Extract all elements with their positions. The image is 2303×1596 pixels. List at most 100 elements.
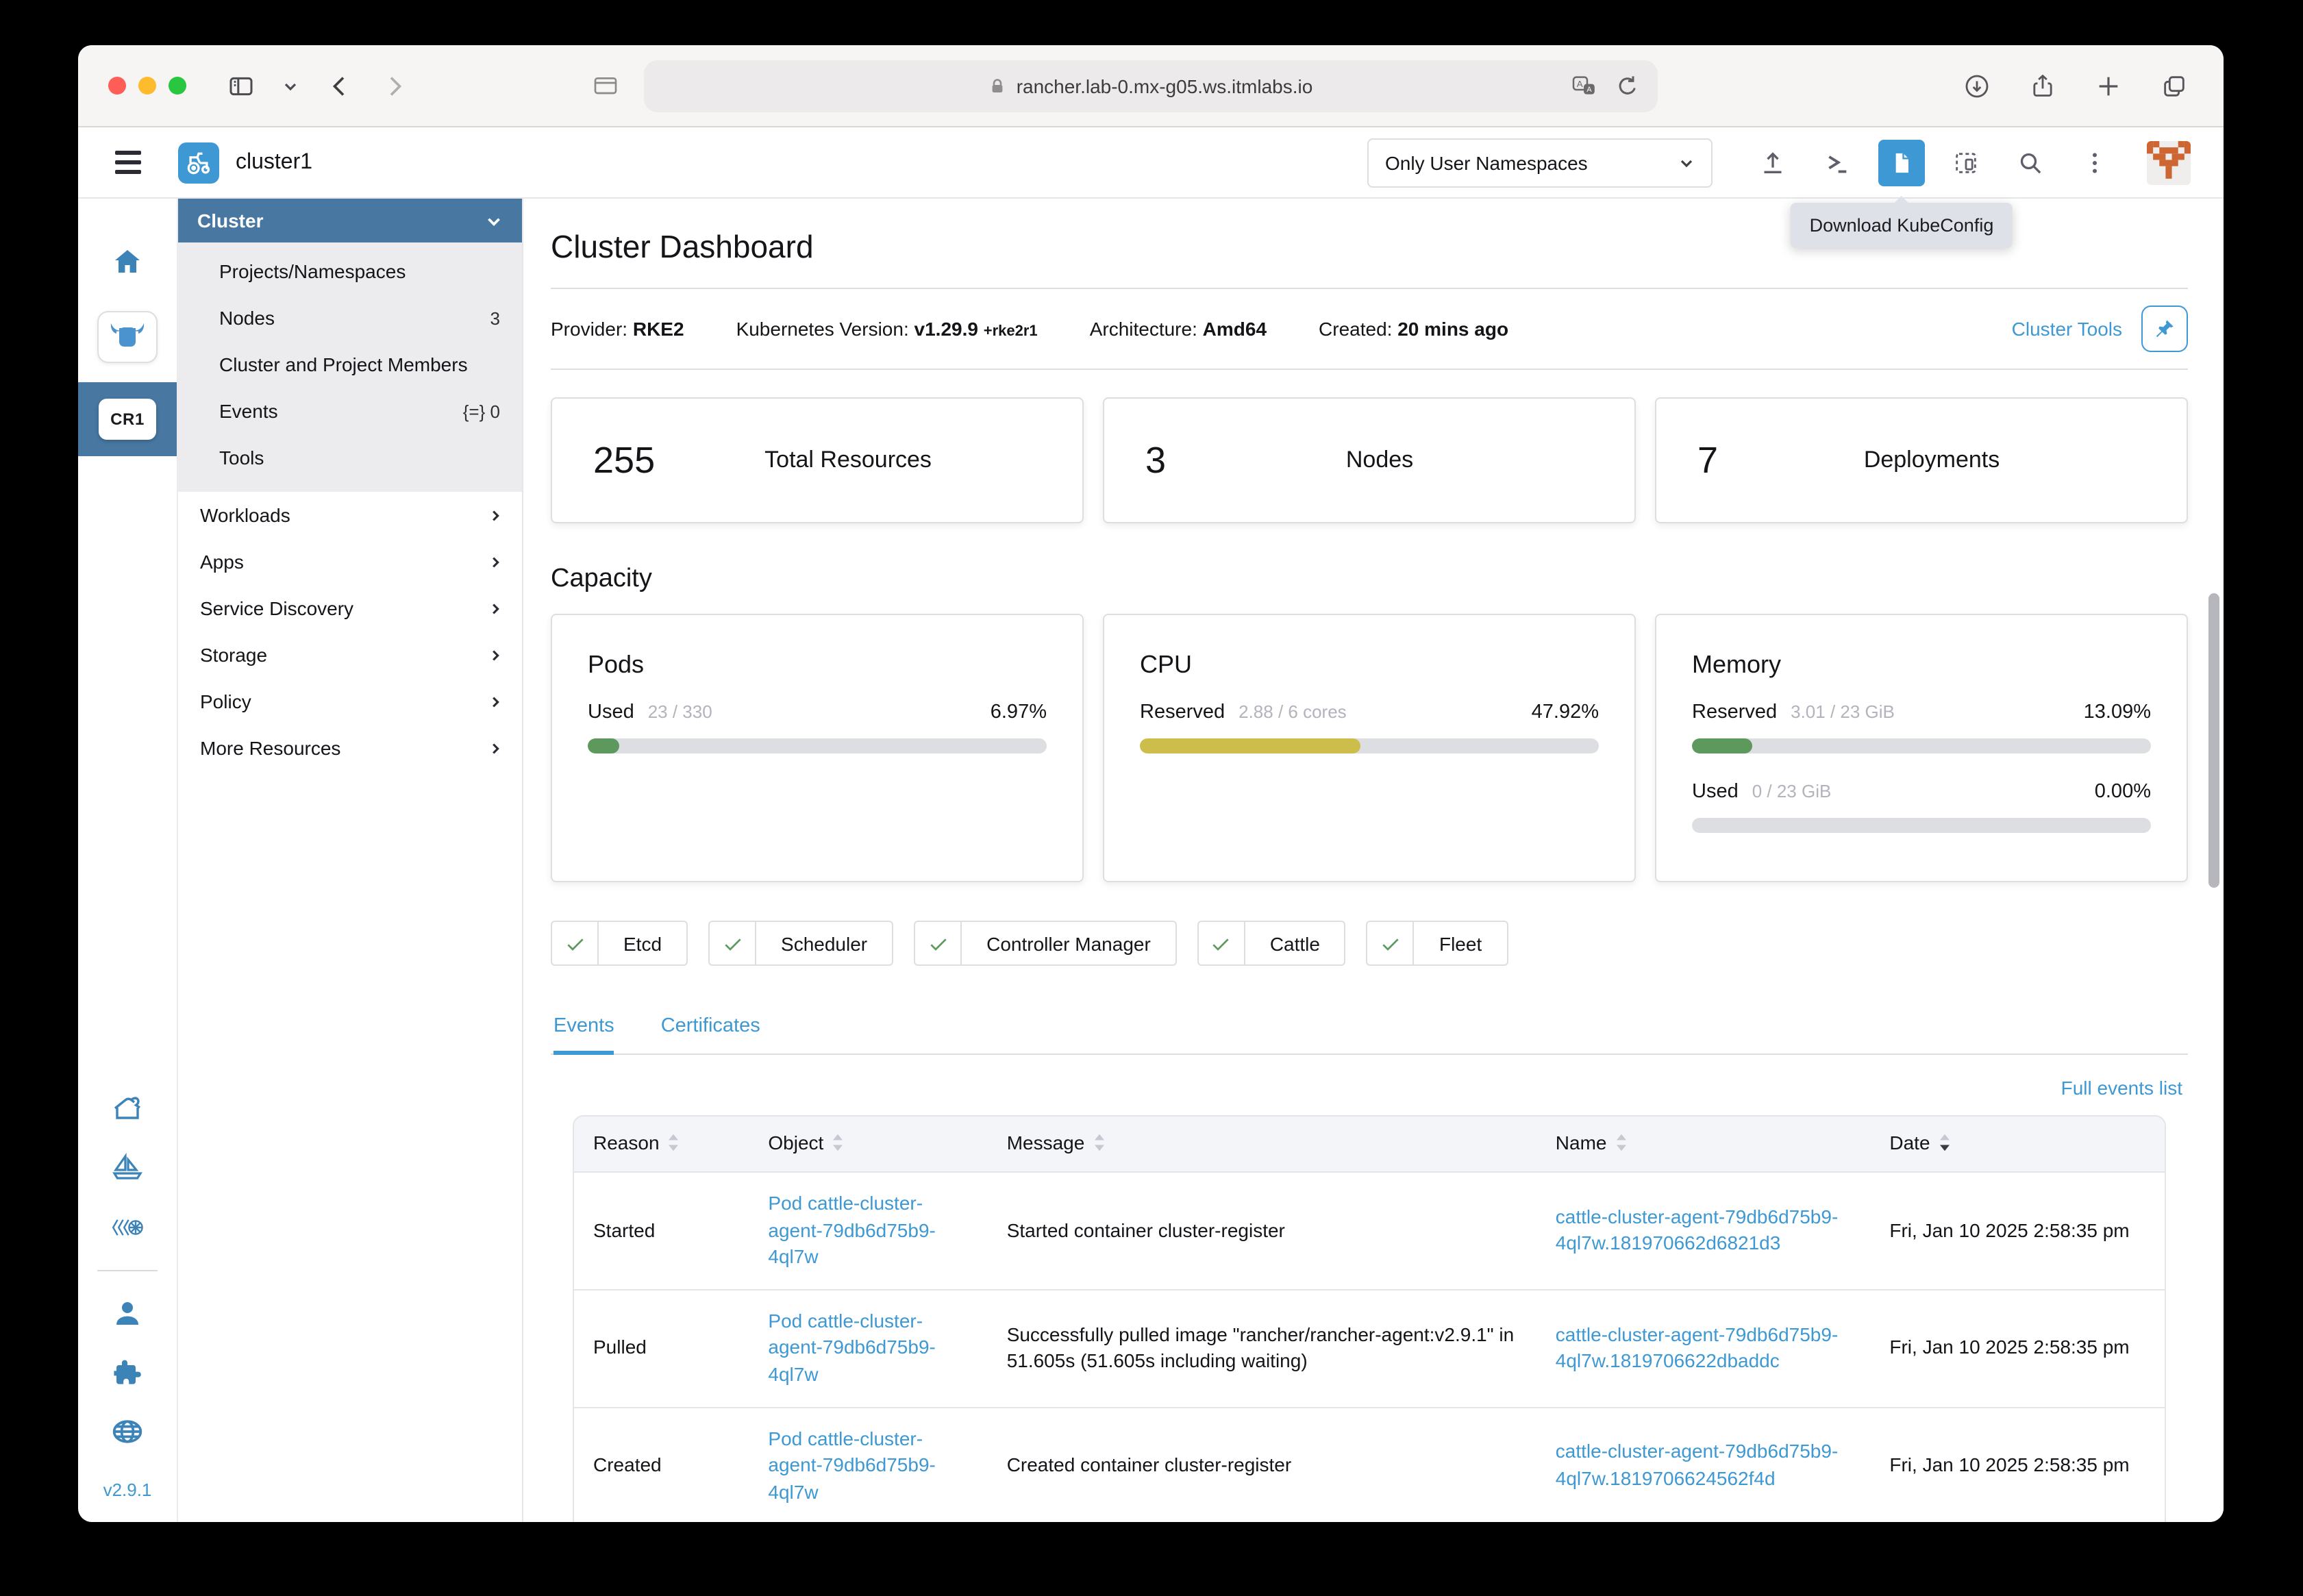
kebab-menu-icon[interactable]	[2071, 139, 2118, 186]
new-tab-icon[interactable]	[2095, 72, 2122, 99]
cluster-name: cluster1	[236, 150, 313, 173]
home-icon[interactable]	[111, 245, 144, 278]
zoom-window-button[interactable]	[169, 77, 186, 95]
app-version[interactable]: v2.9.1	[103, 1480, 152, 1500]
tab-overview-icon[interactable]	[2161, 72, 2188, 99]
copy-kubeconfig-button[interactable]	[1943, 139, 1989, 186]
event-name-link[interactable]: cattle-cluster-agent-79db6d75b9-4ql7w.18…	[1556, 1323, 1839, 1371]
sidebar-item-projects-namespaces[interactable]: Projects/Namespaces	[178, 248, 522, 295]
sidebar-group-workloads[interactable]: Workloads	[178, 492, 522, 538]
global-settings-icon[interactable]	[111, 1415, 144, 1448]
sidebar-section-cluster[interactable]: Cluster	[178, 199, 522, 242]
kubectl-shell-button[interactable]	[1814, 139, 1860, 186]
cell-message: Created container cluster-register	[987, 1406, 1536, 1522]
object-link[interactable]: Pod cattle-cluster-agent-79db6d75b9-4ql7…	[768, 1310, 935, 1385]
close-window-button[interactable]	[108, 77, 126, 95]
sidebar-group-more-resources[interactable]: More Resources	[178, 725, 522, 771]
event-name-link[interactable]: cattle-cluster-agent-79db6d75b9-4ql7w.18…	[1556, 1206, 1839, 1254]
meta-architecture: Architecture: Amd64	[1089, 318, 1267, 340]
page-settings-icon[interactable]	[592, 72, 619, 99]
download-kubeconfig-button[interactable]: Download KubeConfig	[1790, 139, 2013, 247]
tab-certificates[interactable]: Certificates	[661, 1015, 760, 1053]
cluster-submenu: Projects/Namespaces Nodes 3 Cluster and …	[178, 242, 522, 492]
column-header-name[interactable]: Name	[1536, 1117, 1871, 1172]
events-table: Reason Object Message Name Date Started	[574, 1117, 2165, 1522]
share-icon[interactable]	[2029, 72, 2056, 99]
table-row: Pulled Pod cattle-cluster-agent-79db6d75…	[574, 1288, 2165, 1408]
reload-icon[interactable]	[1614, 72, 1641, 99]
cell-date: Fri, Jan 10 2025 2:58:35 pm	[1870, 1406, 2165, 1522]
sidebar-toggle-icon[interactable]	[227, 72, 255, 99]
sidebar-item-label: Tools	[219, 447, 264, 469]
main-menu-icon[interactable]	[115, 151, 141, 174]
sidebar-item-cluster-members[interactable]: Cluster and Project Members	[178, 341, 522, 388]
stat-nodes[interactable]: 3 Nodes	[1103, 397, 1636, 523]
virtualization-management-icon[interactable]	[111, 1093, 144, 1126]
chevron-right-icon	[493, 556, 499, 567]
sidebar-item-tools[interactable]: Tools	[178, 434, 522, 481]
object-link[interactable]: Pod cattle-cluster-agent-79db6d75b9-4ql7…	[768, 1192, 935, 1267]
app-header: cluster1 Only User Namespaces Download K…	[78, 127, 2224, 247]
forward-icon[interactable]	[381, 72, 408, 99]
search-button[interactable]	[2007, 139, 2054, 186]
lock-icon	[992, 78, 1003, 92]
users-auth-icon[interactable]	[111, 1297, 144, 1330]
translate-icon[interactable]: AA	[1570, 72, 1597, 99]
chevron-right-icon	[493, 649, 499, 660]
sidebar-nav: Cluster Projects/Namespaces Nodes 3 Clus…	[178, 199, 523, 1522]
sidebar-item-label: Events	[219, 400, 278, 422]
gauge-row-detail: 3.01 / 23 GiB	[1791, 701, 1895, 722]
sidebar-item-events[interactable]: Events {=} 0	[178, 388, 522, 434]
gauge-row-label: Used	[1692, 781, 1739, 803]
cluster-management-icon[interactable]	[111, 1211, 144, 1244]
pin-button[interactable]	[2141, 306, 2188, 352]
tab-events[interactable]: Events	[553, 1015, 615, 1055]
sidebar-item-nodes[interactable]: Nodes 3	[178, 295, 522, 341]
sort-desc-icon	[1939, 1134, 1950, 1151]
stat-total-resources[interactable]: 255 Total Resources	[551, 397, 1084, 523]
events-tabs: Events Certificates	[551, 1015, 2188, 1055]
back-icon[interactable]	[326, 72, 353, 99]
cluster-manager-icon[interactable]	[97, 311, 158, 363]
sidebar-group-label: Workloads	[200, 504, 290, 526]
stat-label: Nodes	[1345, 447, 1414, 473]
cluster-logo-icon[interactable]	[178, 142, 219, 183]
check-icon	[567, 938, 583, 950]
namespace-filter-select[interactable]: Only User Namespaces	[1367, 138, 1713, 187]
browser-window: rancher.lab-0.mx-g05.ws.itmlabs.io AA cl…	[78, 45, 2224, 1522]
sidebar-section-label: Cluster	[197, 210, 264, 232]
column-header-reason[interactable]: Reason	[574, 1117, 749, 1172]
tab-group-chevron-icon[interactable]	[282, 77, 299, 94]
full-events-list-link[interactable]: Full events list	[2061, 1077, 2182, 1099]
minimize-window-button[interactable]	[138, 77, 156, 95]
meta-kubernetes-version: Kubernetes Version: v1.29.9 +rke2r1	[736, 318, 1038, 340]
cluster-tools-link[interactable]: Cluster Tools	[2012, 318, 2122, 340]
sidebar-group-policy[interactable]: Policy	[178, 678, 522, 725]
stat-deployments[interactable]: 7 Deployments	[1655, 397, 2188, 523]
column-header-message[interactable]: Message	[987, 1117, 1536, 1172]
chevron-right-icon	[493, 743, 499, 753]
import-yaml-button[interactable]	[1750, 139, 1796, 186]
check-icon	[1382, 938, 1399, 950]
status-label: Etcd	[623, 932, 662, 954]
scrollbar-thumb[interactable]	[2208, 593, 2219, 888]
event-name-link[interactable]: cattle-cluster-agent-79db6d75b9-4ql7w.18…	[1556, 1441, 1839, 1489]
sidebar-group-apps[interactable]: Apps	[178, 538, 522, 585]
sidebar-item-count: 3	[490, 308, 500, 328]
cluster-badge[interactable]: CR1	[99, 399, 156, 440]
address-bar[interactable]: rancher.lab-0.mx-g05.ws.itmlabs.io AA	[644, 60, 1658, 112]
column-header-date[interactable]: Date	[1870, 1117, 2165, 1172]
chevron-right-icon	[493, 510, 499, 521]
gauge-row-label: Used	[588, 701, 634, 723]
object-link[interactable]: Pod cattle-cluster-agent-79db6d75b9-4ql7…	[768, 1427, 935, 1502]
extensions-icon[interactable]	[111, 1356, 144, 1389]
column-header-object[interactable]: Object	[749, 1117, 988, 1172]
status-etcd: Etcd	[551, 921, 688, 966]
sidebar-group-service-discovery[interactable]: Service Discovery	[178, 585, 522, 632]
user-avatar[interactable]	[2147, 140, 2191, 184]
continuous-delivery-icon[interactable]	[111, 1152, 144, 1185]
sort-icon	[1094, 1134, 1104, 1151]
downloads-icon[interactable]	[1963, 72, 1991, 99]
sidebar-group-storage[interactable]: Storage	[178, 632, 522, 678]
cell-reason: Started	[574, 1171, 749, 1290]
